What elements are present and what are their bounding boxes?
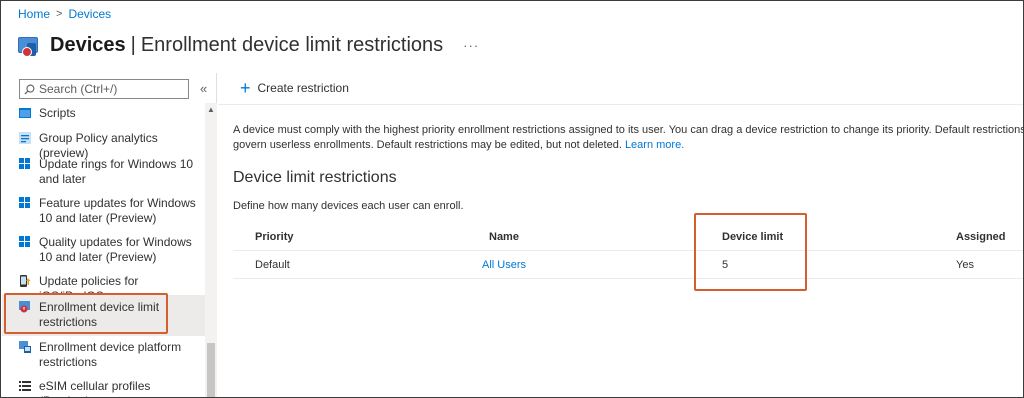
platform-restrictions-icon	[19, 341, 31, 353]
page-header: Devices | Enrollment device limit restrict…	[18, 29, 479, 61]
breadcrumb-separator: >	[56, 8, 63, 20]
breadcrumb: Home > Devices	[18, 7, 111, 21]
create-restriction-label: Create restriction	[257, 81, 349, 95]
cell-assigned: Yes	[956, 259, 974, 271]
scroll-up-arrow-icon[interactable]: ▲	[207, 105, 215, 114]
sidebar-item-label: Enrollment device limit restrictions	[39, 300, 160, 329]
column-header-name[interactable]: Name	[489, 231, 519, 243]
group-policy-icon	[19, 132, 31, 144]
collapse-sidebar-button[interactable]: «	[200, 81, 207, 96]
search-icon	[24, 84, 35, 95]
sidebar-item-label: eSIM cellular profiles (Preview)	[39, 379, 151, 397]
sidebar-item-update-rings[interactable]: Update rings for Windows 10 and later	[2, 157, 205, 187]
create-restriction-button[interactable]: + Create restriction	[240, 78, 349, 98]
plus-icon: +	[240, 78, 251, 98]
more-options-button[interactable]: ···	[463, 38, 479, 53]
portal-window: Home > Devices Devices | Enrollment device…	[0, 0, 1024, 398]
sidebar-item-label: Update rings for Windows 10 and later	[39, 157, 194, 186]
scripts-icon	[19, 107, 31, 119]
esim-icon	[19, 380, 31, 392]
page-title-blade: Enrollment device limit restrictions	[140, 33, 444, 56]
sidebar-item-label: Scripts	[39, 106, 76, 120]
sidebar-item-label: Enrollment device platform restrictions	[39, 340, 182, 369]
sidebar-item-quality-updates[interactable]: Quality updates for Windows 10 and later…	[2, 235, 205, 265]
table-header-row: Priority Name Device limit Assigned	[233, 223, 1023, 251]
breadcrumb-home-link[interactable]: Home	[18, 7, 50, 21]
section-subtitle: Define how many devices each user can en…	[233, 200, 464, 212]
column-header-assigned[interactable]: Assigned	[956, 231, 1006, 243]
table-row[interactable]: Default All Users 5 Yes	[233, 251, 1023, 279]
ios-update-icon	[19, 275, 31, 287]
windows-icon	[19, 236, 31, 248]
main-content: + Create restriction A device must compl…	[218, 73, 1024, 397]
column-header-device-limit[interactable]: Device limit	[722, 231, 783, 243]
sidebar: « Scripts Group Policy analytics (previe…	[2, 73, 217, 397]
scrollbar-thumb[interactable]	[207, 343, 215, 397]
title-separator: |	[130, 33, 136, 56]
command-bar: + Create restriction	[218, 73, 1023, 105]
page-description: A device must comply with the highest pr…	[233, 123, 1024, 153]
section-title: Device limit restrictions	[233, 169, 397, 186]
sidebar-item-enrollment-device-limit[interactable]: Enrollment device limit restrictions	[2, 295, 205, 336]
sidebar-item-scripts[interactable]: Scripts	[2, 106, 205, 121]
description-line-1: A device must comply with the highest pr…	[233, 124, 1024, 136]
learn-more-link[interactable]: Learn more.	[625, 139, 684, 151]
cell-name-link[interactable]: All Users	[482, 259, 526, 271]
cell-priority: Default	[255, 259, 290, 271]
devices-icon	[18, 35, 40, 57]
enrollment-limit-icon	[19, 301, 31, 313]
breadcrumb-devices-link[interactable]: Devices	[68, 7, 111, 21]
cell-device-limit: 5	[722, 259, 729, 271]
windows-icon	[19, 158, 31, 170]
sidebar-item-label: Quality updates for Windows 10 and later…	[39, 235, 192, 264]
sidebar-item-esim[interactable]: eSIM cellular profiles (Preview)	[2, 379, 205, 397]
search-input[interactable]	[39, 82, 179, 96]
description-line-2: govern userless enrollments. Default res…	[233, 139, 622, 151]
sidebar-item-feature-updates[interactable]: Feature updates for Windows 10 and later…	[2, 196, 205, 226]
page-title-service: Devices	[50, 33, 126, 56]
sidebar-item-enrollment-platform[interactable]: Enrollment device platform restrictions	[2, 340, 205, 370]
column-header-priority[interactable]: Priority	[255, 231, 294, 243]
page-title: Devices | Enrollment device limit restrict…	[50, 34, 443, 57]
sidebar-scrollbar[interactable]: ▲	[205, 103, 217, 397]
sidebar-item-label: Feature updates for Windows 10 and later…	[39, 196, 196, 225]
windows-icon	[19, 197, 31, 209]
sidebar-search-box[interactable]	[19, 79, 189, 99]
